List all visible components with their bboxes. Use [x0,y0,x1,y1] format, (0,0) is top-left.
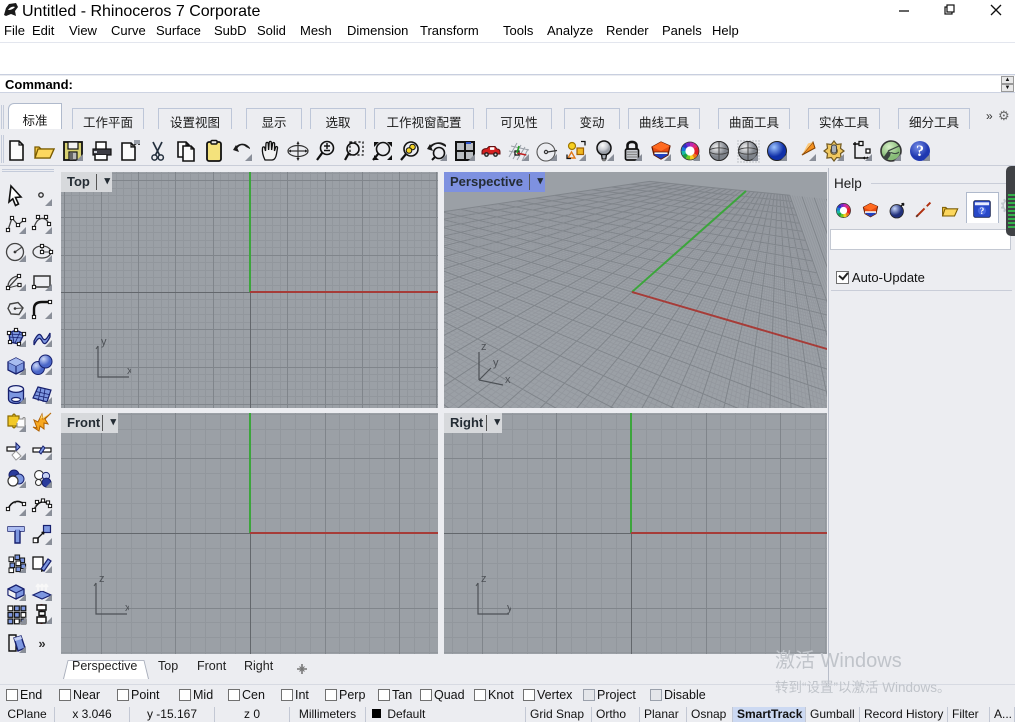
svg-text:x: x [505,374,511,386]
svg-text:?: ? [916,143,924,160]
svg-text:z: z [481,573,487,585]
svg-text:z: z [99,573,105,585]
svg-text:z: z [481,341,487,353]
svg-text:x: x [125,602,129,614]
svg-text:y: y [493,357,499,369]
svg-text:x: x [127,365,131,377]
svg-text:y: y [507,602,511,614]
svg-text:y: y [101,336,107,348]
svg-text:»: » [38,636,45,651]
svg-text:?: ? [980,206,985,216]
